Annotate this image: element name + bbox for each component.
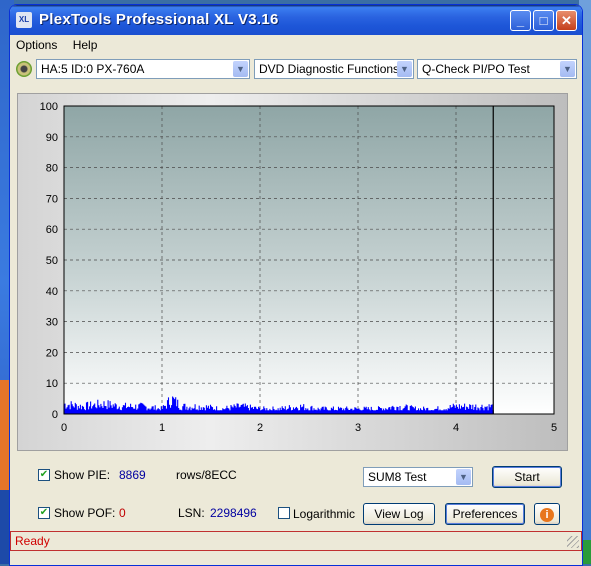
status-bar: Ready [10,531,582,551]
lsn-value: 2298496 [210,506,257,520]
menu-bar: Options Help [10,35,582,56]
start-button[interactable]: Start [492,466,562,488]
x-tick-label: 2 [257,422,263,434]
test-select-value: Q-Check PI/PO Test [422,62,530,76]
chevron-down-icon[interactable]: ▼ [560,61,575,77]
x-tick-label: 0 [61,422,67,434]
y-tick-label: 60 [46,224,58,236]
controls-area: ✔ Show PIE: 8869 rows/8ECC SUM8 Test ▼ S… [10,457,582,537]
y-tick-label: 50 [46,255,58,267]
pie-value: 8869 [119,468,146,482]
chevron-down-icon[interactable]: ▼ [397,61,412,77]
y-tick-label: 70 [46,193,58,205]
logarithmic-label: Logarithmic [293,507,356,521]
function-select-value: DVD Diagnostic Functions [259,62,400,76]
chevron-down-icon[interactable]: ▼ [456,469,471,485]
resize-grip-icon[interactable] [567,536,579,548]
y-tick-label: 20 [46,347,58,359]
function-select[interactable]: DVD Diagnostic Functions ▼ [254,59,414,79]
menu-options[interactable]: Options [16,38,57,52]
logarithmic-checkbox[interactable] [278,507,290,519]
drive-select[interactable]: HA:5 ID:0 PX-760A ▼ [36,59,250,79]
window-title: PlexTools Professional XL V3.16 [39,11,279,28]
title-bar[interactable]: XL PlexTools Professional XL V3.16 _ □ ✕ [10,5,582,35]
x-tick-label: 3 [355,422,361,434]
x-tick-label: 5 [551,422,557,434]
chart-panel: 0 10 20 30 40 50 60 70 80 90 100 0 1 2 3 4 5 [17,93,568,451]
pof-value: 0 [119,506,126,520]
x-tick-label: 1 [159,422,165,434]
test-select[interactable]: Q-Check PI/PO Test ▼ [417,59,577,79]
disc-drive-icon [16,61,32,77]
y-tick-label: 10 [46,378,58,390]
y-tick-label: 80 [46,163,58,175]
status-text: Ready [15,534,50,548]
show-pof-label: Show POF: [54,506,116,520]
y-tick-label: 100 [40,101,58,113]
info-button[interactable]: i [534,503,560,525]
pie-unit: rows/8ECC [176,468,237,482]
y-tick-label: 0 [52,409,58,421]
maximize-button[interactable]: □ [533,10,554,31]
sum-test-select[interactable]: SUM8 Test ▼ [363,467,473,487]
chevron-down-icon[interactable]: ▼ [233,61,248,77]
show-pie-checkbox[interactable]: ✔ [38,469,50,481]
toolbar: HA:5 ID:0 PX-760A ▼ DVD Diagnostic Funct… [10,56,582,84]
y-tick-label: 40 [46,286,58,298]
y-tick-label: 90 [46,132,58,144]
close-button[interactable]: ✕ [556,10,577,31]
app-logo-icon: XL [16,12,32,28]
sum-test-value: SUM8 Test [368,470,427,484]
view-log-button[interactable]: View Log [363,503,435,525]
menu-help[interactable]: Help [73,38,98,52]
minimize-button[interactable]: _ [510,10,531,31]
y-tick-label: 30 [46,317,58,329]
show-pie-label: Show PIE: [54,468,111,482]
pie-series-baseline [64,410,494,414]
preferences-button[interactable]: Preferences [445,503,525,525]
plextools-window: XL PlexTools Professional XL V3.16 _ □ ✕… [9,4,583,566]
info-icon: i [540,508,554,522]
drive-select-value: HA:5 ID:0 PX-760A [41,62,145,76]
pi-po-chart: 0 10 20 30 40 50 60 70 80 90 100 0 1 2 3 4 5 [40,101,557,434]
show-pof-checkbox[interactable]: ✔ [38,507,50,519]
lsn-label: LSN: [178,506,205,520]
x-tick-label: 4 [453,422,459,434]
